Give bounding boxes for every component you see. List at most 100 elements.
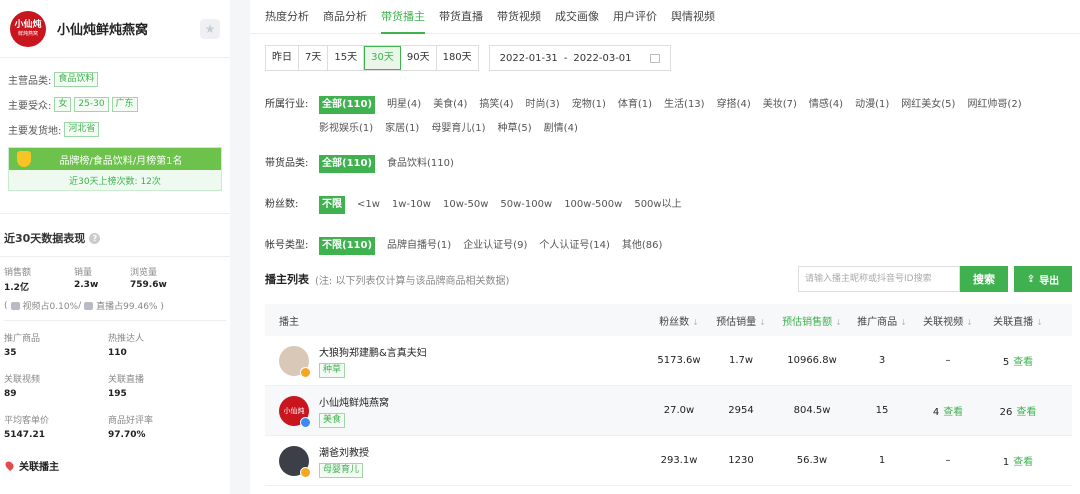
industry-option[interactable]: 动漫(1) — [855, 96, 889, 114]
date-range-picker[interactable]: 2022-01-31 - 2022-03-01 — [488, 45, 671, 71]
industry-option[interactable]: 网红美女(5) — [901, 96, 955, 114]
fans-option[interactable]: 100w-500w — [564, 196, 622, 214]
help-icon[interactable]: ? — [89, 232, 101, 244]
search-input[interactable]: 请输入播主昵称或抖音号ID搜索 — [798, 266, 960, 292]
fans-option[interactable]: <1w — [357, 196, 380, 214]
table-row[interactable]: 大狼狗郑建鹏&言真夫妇 种草 5173.6w 1.7w 10966.8w 3 –… — [265, 336, 1072, 386]
sort-icon: ↓ — [759, 317, 766, 327]
industry-option[interactable]: 家居(1) — [385, 120, 419, 138]
category-filter: 带货品类: 全部(110) 食品饮料(110) — [265, 155, 1069, 179]
col-volume[interactable]: 预估销量 ↓ — [709, 313, 773, 328]
fans-option[interactable]: 50w-100w — [500, 196, 552, 214]
streamer-cell: 潮爸刘教授 母婴育儿 — [265, 444, 649, 478]
export-button[interactable]: ⇪ 导出 — [1014, 266, 1072, 292]
col-products[interactable]: 推广商品 ↓ — [851, 313, 913, 328]
industry-option[interactable]: 明星(4) — [387, 96, 421, 114]
account-option[interactable]: 品牌自播号(1) — [387, 237, 451, 255]
tab-5[interactable]: 成交画像 — [555, 0, 599, 34]
industry-option[interactable]: 美妆(7) — [763, 96, 797, 114]
account-option[interactable]: 其他(86) — [622, 237, 663, 255]
rank-box[interactable]: 品牌榜/食品饮料/月榜第1名 近30天上榜次数: 12次 — [8, 147, 222, 191]
lives-value: 5 — [1002, 357, 1010, 368]
main-category-tag[interactable]: 食品饮料 — [54, 72, 99, 87]
lives-value: 26 — [999, 407, 1013, 418]
rank-count: 近30天上榜次数: 12次 — [9, 170, 221, 190]
volume-value: 1230 — [728, 455, 754, 466]
hot-value: 110 — [108, 348, 127, 358]
industry-option[interactable]: 搞笑(4) — [479, 96, 513, 114]
industry-option[interactable]: 母婴育儿(1) — [431, 120, 485, 138]
view-link[interactable]: 查看 — [1013, 357, 1033, 368]
table-row[interactable]: 潮爸刘教授 母婴育儿 293.1w 1230 56.3w 1 – 1 查看 — [265, 436, 1072, 486]
tab-3[interactable]: 带货直播 — [439, 0, 483, 34]
industry-option[interactable]: 种草(5) — [498, 120, 532, 138]
sales-stat: 销售额 1.2亿 — [4, 265, 74, 293]
col-streamer: 播主 — [279, 316, 299, 328]
export-icon: ⇪ — [1026, 273, 1036, 285]
industry-option[interactable]: 影视娱乐(1) — [319, 120, 373, 138]
fans-option[interactable]: 不限 — [319, 196, 345, 214]
view-link[interactable]: 查看 — [1013, 457, 1033, 468]
industry-option[interactable]: 剧情(4) — [544, 120, 578, 138]
date-button-3[interactable]: 30天 — [364, 46, 401, 70]
col-lives[interactable]: 关联直播 ↓ — [983, 313, 1053, 328]
industry-option[interactable]: 网红帅哥(2) — [967, 96, 1021, 114]
account-option[interactable]: 个人认证号(14) — [539, 237, 610, 255]
industry-option[interactable]: 全部(110) — [319, 96, 376, 114]
avatar[interactable]: 小仙炖 — [279, 395, 311, 428]
tab-7[interactable]: 舆情视频 — [671, 0, 715, 34]
fans-label: 粉丝数: — [265, 199, 299, 210]
fans-option[interactable]: 10w-50w — [443, 196, 488, 214]
account-option[interactable]: 企业认证号(9) — [463, 237, 527, 255]
view-link[interactable]: 查看 — [1016, 407, 1036, 418]
streamer-name[interactable]: 潮爸刘教授 — [319, 444, 369, 459]
brand-info: 主营品类: 食品饮料 主要受众: 女 25-30 广东 主要发货地: 河北省 — [0, 58, 230, 137]
search-button[interactable]: 搜索 — [960, 266, 1008, 292]
live-value: 195 — [108, 389, 127, 399]
industry-option[interactable]: 时尚(3) — [526, 96, 560, 114]
industry-option[interactable]: 体育(1) — [618, 96, 652, 114]
date-button-5[interactable]: 180天 — [437, 46, 478, 70]
hot-stat: 热推达人 110 — [108, 331, 212, 358]
date-button-1[interactable]: 7天 — [299, 46, 329, 70]
aov-value: 5147.21 — [4, 430, 45, 440]
industry-option[interactable]: 情感(4) — [809, 96, 843, 114]
tab-2[interactable]: 带货播主 — [381, 0, 425, 34]
lives-cell: 26 查看 — [983, 403, 1053, 418]
category-option[interactable]: 全部(110) — [319, 155, 376, 173]
volume-value: 2.3w — [74, 280, 99, 290]
table-row[interactable]: 小仙炖 小仙炖鲜炖燕窝 美食 27.0w 2954 804.5w 15 4 查看 … — [265, 386, 1072, 436]
view-link[interactable]: 查看 — [943, 407, 963, 418]
fans-option[interactable]: 1w-10w — [392, 196, 431, 214]
avatar[interactable] — [279, 345, 311, 378]
fans-option[interactable]: 500w以上 — [634, 196, 681, 214]
streamer-name[interactable]: 小仙炖鲜炖燕窝 — [319, 394, 389, 409]
tab-1[interactable]: 商品分析 — [323, 0, 367, 34]
date-button-0[interactable]: 昨日 — [266, 46, 299, 70]
industry-option[interactable]: 美食(4) — [433, 96, 467, 114]
tab-0[interactable]: 热度分析 — [265, 0, 309, 34]
streamer-name[interactable]: 大狼狗郑建鹏&言真夫妇 — [319, 344, 427, 359]
tab-6[interactable]: 用户评价 — [613, 0, 657, 34]
col-volume-label: 预估销量 — [716, 316, 757, 328]
date-button-4[interactable]: 90天 — [401, 46, 437, 70]
brand-sidebar: 小仙炖 鲜炖燕窝 小仙炖鲜炖燕窝 ★ 主营品类: 食品饮料 主要受众: 女 25… — [0, 0, 230, 494]
date-button-2[interactable]: 15天 — [328, 46, 365, 70]
avatar[interactable] — [279, 445, 311, 478]
col-videos[interactable]: 关联视频 ↓ — [913, 313, 983, 328]
videos-cell: 4 查看 — [913, 403, 983, 418]
industry-option[interactable]: 生活(13) — [664, 96, 705, 114]
industry-option[interactable]: 穿搭(4) — [717, 96, 751, 114]
col-fans[interactable]: 粉丝数 ↓ — [649, 313, 709, 328]
category-option[interactable]: 食品饮料(110) — [387, 155, 454, 173]
sales-value: 804.5w — [793, 405, 831, 416]
industry-label: 所属行业: — [265, 99, 309, 110]
related-streamers-link[interactable]: 关联播主 — [0, 458, 230, 473]
tab-4[interactable]: 带货视频 — [497, 0, 541, 34]
date-range-buttons: 昨日 7天 15天 30天 90天 180天 — [265, 45, 479, 71]
star-icon[interactable]: ★ — [200, 18, 220, 39]
account-option[interactable]: 不限(110) — [319, 237, 376, 255]
industry-option[interactable]: 宠物(1) — [572, 96, 606, 114]
col-sales[interactable]: 预估销售额 ↓ — [773, 313, 851, 328]
rank-title: 品牌榜/食品饮料/月榜第1名 — [59, 155, 183, 167]
